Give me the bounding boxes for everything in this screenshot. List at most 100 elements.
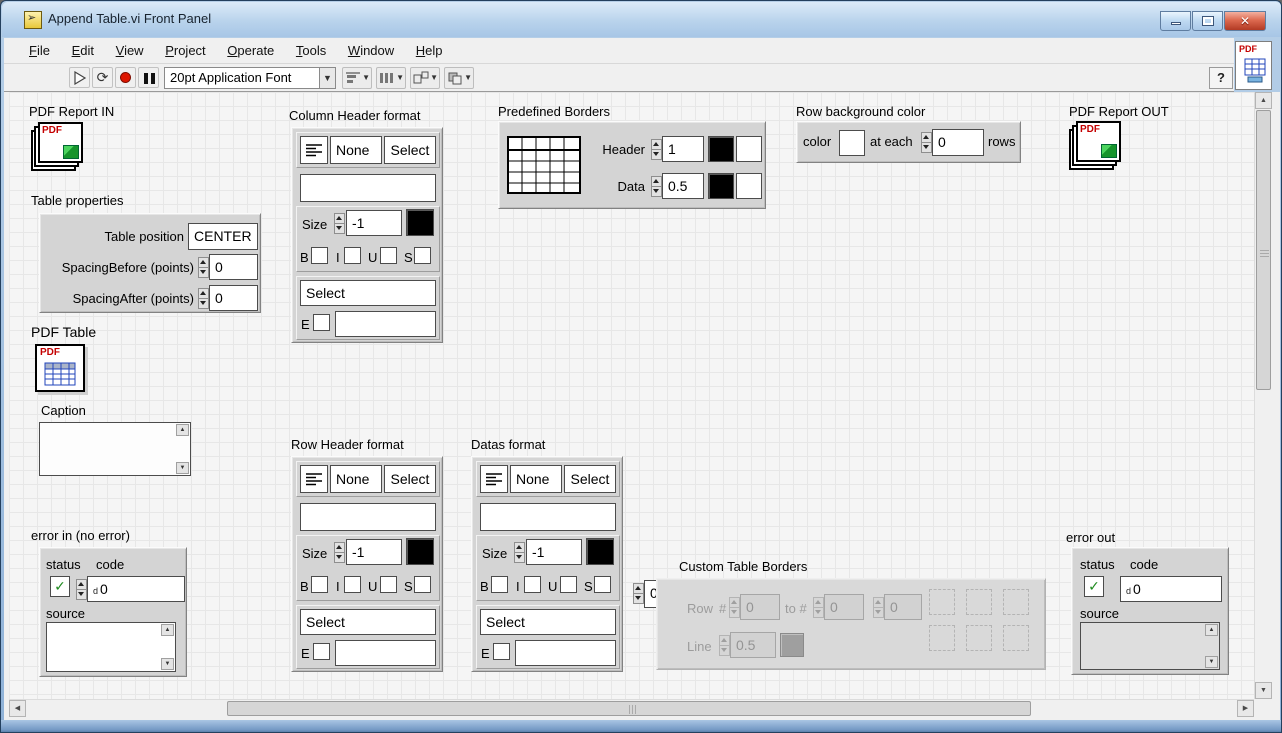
menu-file[interactable]: File — [20, 38, 59, 63]
row-color-box[interactable] — [839, 130, 865, 156]
strike-checkbox[interactable] — [414, 576, 431, 593]
text-align-button[interactable] — [300, 136, 328, 164]
underline-checkbox[interactable] — [380, 247, 397, 264]
strike-checkbox[interactable] — [414, 247, 431, 264]
scroll-down-icon[interactable]: ▼ — [1255, 682, 1272, 699]
code-spinner[interactable] — [76, 579, 87, 601]
close-button[interactable]: ✕ — [1224, 11, 1266, 31]
underline-checkbox[interactable] — [560, 576, 577, 593]
scroll-up-icon[interactable]: ▲ — [1205, 624, 1218, 636]
font-select-button[interactable]: Select — [564, 465, 616, 493]
scroll-down-icon[interactable]: ▼ — [161, 658, 174, 670]
size-spinner[interactable] — [334, 542, 345, 564]
context-help-button[interactable]: ? — [1209, 67, 1233, 89]
horizontal-scroll-thumb[interactable] — [227, 701, 1031, 716]
pdf-table-control[interactable]: PDF — [35, 344, 85, 392]
font-color-box[interactable] — [406, 209, 434, 236]
spacing-before-spinner[interactable] — [198, 257, 209, 279]
data-border-color-box[interactable] — [708, 173, 734, 199]
interval-spinner[interactable] — [921, 132, 932, 154]
table-borders-icon[interactable] — [507, 136, 581, 194]
font-name-field[interactable] — [300, 174, 436, 202]
minimize-button[interactable] — [1160, 11, 1191, 31]
italic-checkbox[interactable] — [524, 576, 541, 593]
size-spinner[interactable] — [334, 213, 345, 235]
size-field[interactable]: -1 — [526, 539, 582, 565]
size-spinner[interactable] — [514, 542, 525, 564]
title-bar[interactable]: Append Table.vi Front Panel ✕ — [2, 2, 1282, 37]
horizontal-scrollbar[interactable]: ◀ ▶ — [9, 699, 1254, 716]
bold-checkbox[interactable] — [311, 247, 328, 264]
pdf-report-out-indicator[interactable]: PDF — [1069, 121, 1123, 171]
menu-view[interactable]: View — [107, 38, 153, 63]
status-checkbox[interactable]: ✓ — [50, 576, 70, 597]
spacing-after-spinner[interactable] — [198, 288, 209, 310]
font-style-dropdown[interactable]: None — [510, 465, 562, 493]
text-align-button[interactable] — [300, 465, 328, 493]
italic-checkbox[interactable] — [344, 576, 361, 593]
enable-checkbox[interactable] — [313, 314, 330, 331]
scroll-left-icon[interactable]: ◀ — [9, 700, 26, 717]
menu-project[interactable]: Project — [156, 38, 214, 63]
enable-field[interactable] — [335, 311, 436, 337]
abort-button[interactable] — [115, 67, 136, 88]
menu-edit[interactable]: Edit — [63, 38, 103, 63]
header-width-spinner[interactable] — [651, 139, 662, 161]
enable-field[interactable] — [515, 640, 616, 666]
data-fill-color-box[interactable] — [736, 173, 762, 199]
font-style-dropdown[interactable]: None — [330, 465, 382, 493]
menu-tools[interactable]: Tools — [287, 38, 335, 63]
source-scrollbar[interactable]: ▲▼ — [1205, 624, 1218, 668]
font-select-button[interactable]: Select — [384, 136, 436, 164]
size-field[interactable]: -1 — [346, 210, 402, 236]
vi-icon[interactable]: PDF — [1235, 41, 1272, 90]
scroll-up-icon[interactable]: ▲ — [1255, 92, 1272, 109]
scroll-up-icon[interactable]: ▲ — [176, 424, 189, 436]
pause-button[interactable] — [138, 67, 159, 88]
font-color-box[interactable] — [586, 538, 614, 565]
menu-help[interactable]: Help — [407, 38, 452, 63]
spacing-before-field[interactable]: 0 — [209, 254, 258, 280]
header-width-field[interactable]: 1 — [662, 136, 704, 162]
enable-field[interactable] — [335, 640, 436, 666]
font-name-field[interactable] — [480, 503, 616, 531]
header-fill-color-box[interactable] — [736, 136, 762, 162]
maximize-button[interactable] — [1192, 11, 1223, 31]
vertical-scrollbar[interactable]: ▲ ▼ — [1254, 92, 1271, 699]
font-select-button[interactable]: Select — [384, 465, 436, 493]
enable-checkbox[interactable] — [313, 643, 330, 660]
scroll-down-icon[interactable]: ▼ — [1205, 656, 1218, 668]
header-border-color-box[interactable] — [708, 136, 734, 162]
code-field[interactable]: d0 — [87, 576, 185, 602]
strike-checkbox[interactable] — [594, 576, 611, 593]
scroll-right-icon[interactable]: ▶ — [1237, 700, 1254, 717]
pdf-report-in-control[interactable]: PDF — [31, 122, 85, 172]
scroll-down-icon[interactable]: ▼ — [176, 462, 189, 474]
source-scrollbar[interactable]: ▲▼ — [161, 624, 174, 670]
spacing-after-field[interactable]: 0 — [209, 285, 258, 311]
text-align-button[interactable] — [480, 465, 508, 493]
font-color-box[interactable] — [406, 538, 434, 565]
data-width-spinner[interactable] — [651, 176, 662, 198]
color-select-field[interactable]: Select — [300, 280, 436, 306]
menu-window[interactable]: Window — [339, 38, 403, 63]
font-selector[interactable]: 20pt Application Font ▼ — [164, 67, 336, 89]
run-button[interactable] — [69, 67, 90, 88]
run-continuously-button[interactable]: ⟳ — [92, 67, 113, 88]
enable-checkbox[interactable] — [493, 643, 510, 660]
align-objects-dropdown[interactable]: ▼ — [342, 67, 372, 89]
data-width-field[interactable]: 0.5 — [662, 173, 704, 199]
italic-checkbox[interactable] — [344, 247, 361, 264]
table-position-field[interactable]: CENTER — [188, 223, 258, 250]
interval-field[interactable]: 0 — [932, 129, 984, 156]
source-field[interactable]: ▲▼ — [46, 622, 176, 672]
resize-objects-dropdown[interactable]: ▼ — [410, 67, 440, 89]
font-style-dropdown[interactable]: None — [330, 136, 382, 164]
color-select-field[interactable]: Select — [480, 609, 616, 635]
underline-checkbox[interactable] — [380, 576, 397, 593]
font-name-field[interactable] — [300, 503, 436, 531]
bold-checkbox[interactable] — [311, 576, 328, 593]
size-field[interactable]: -1 — [346, 539, 402, 565]
vertical-scroll-thumb[interactable] — [1256, 110, 1271, 390]
caption-field[interactable]: ▲▼ — [39, 422, 191, 476]
